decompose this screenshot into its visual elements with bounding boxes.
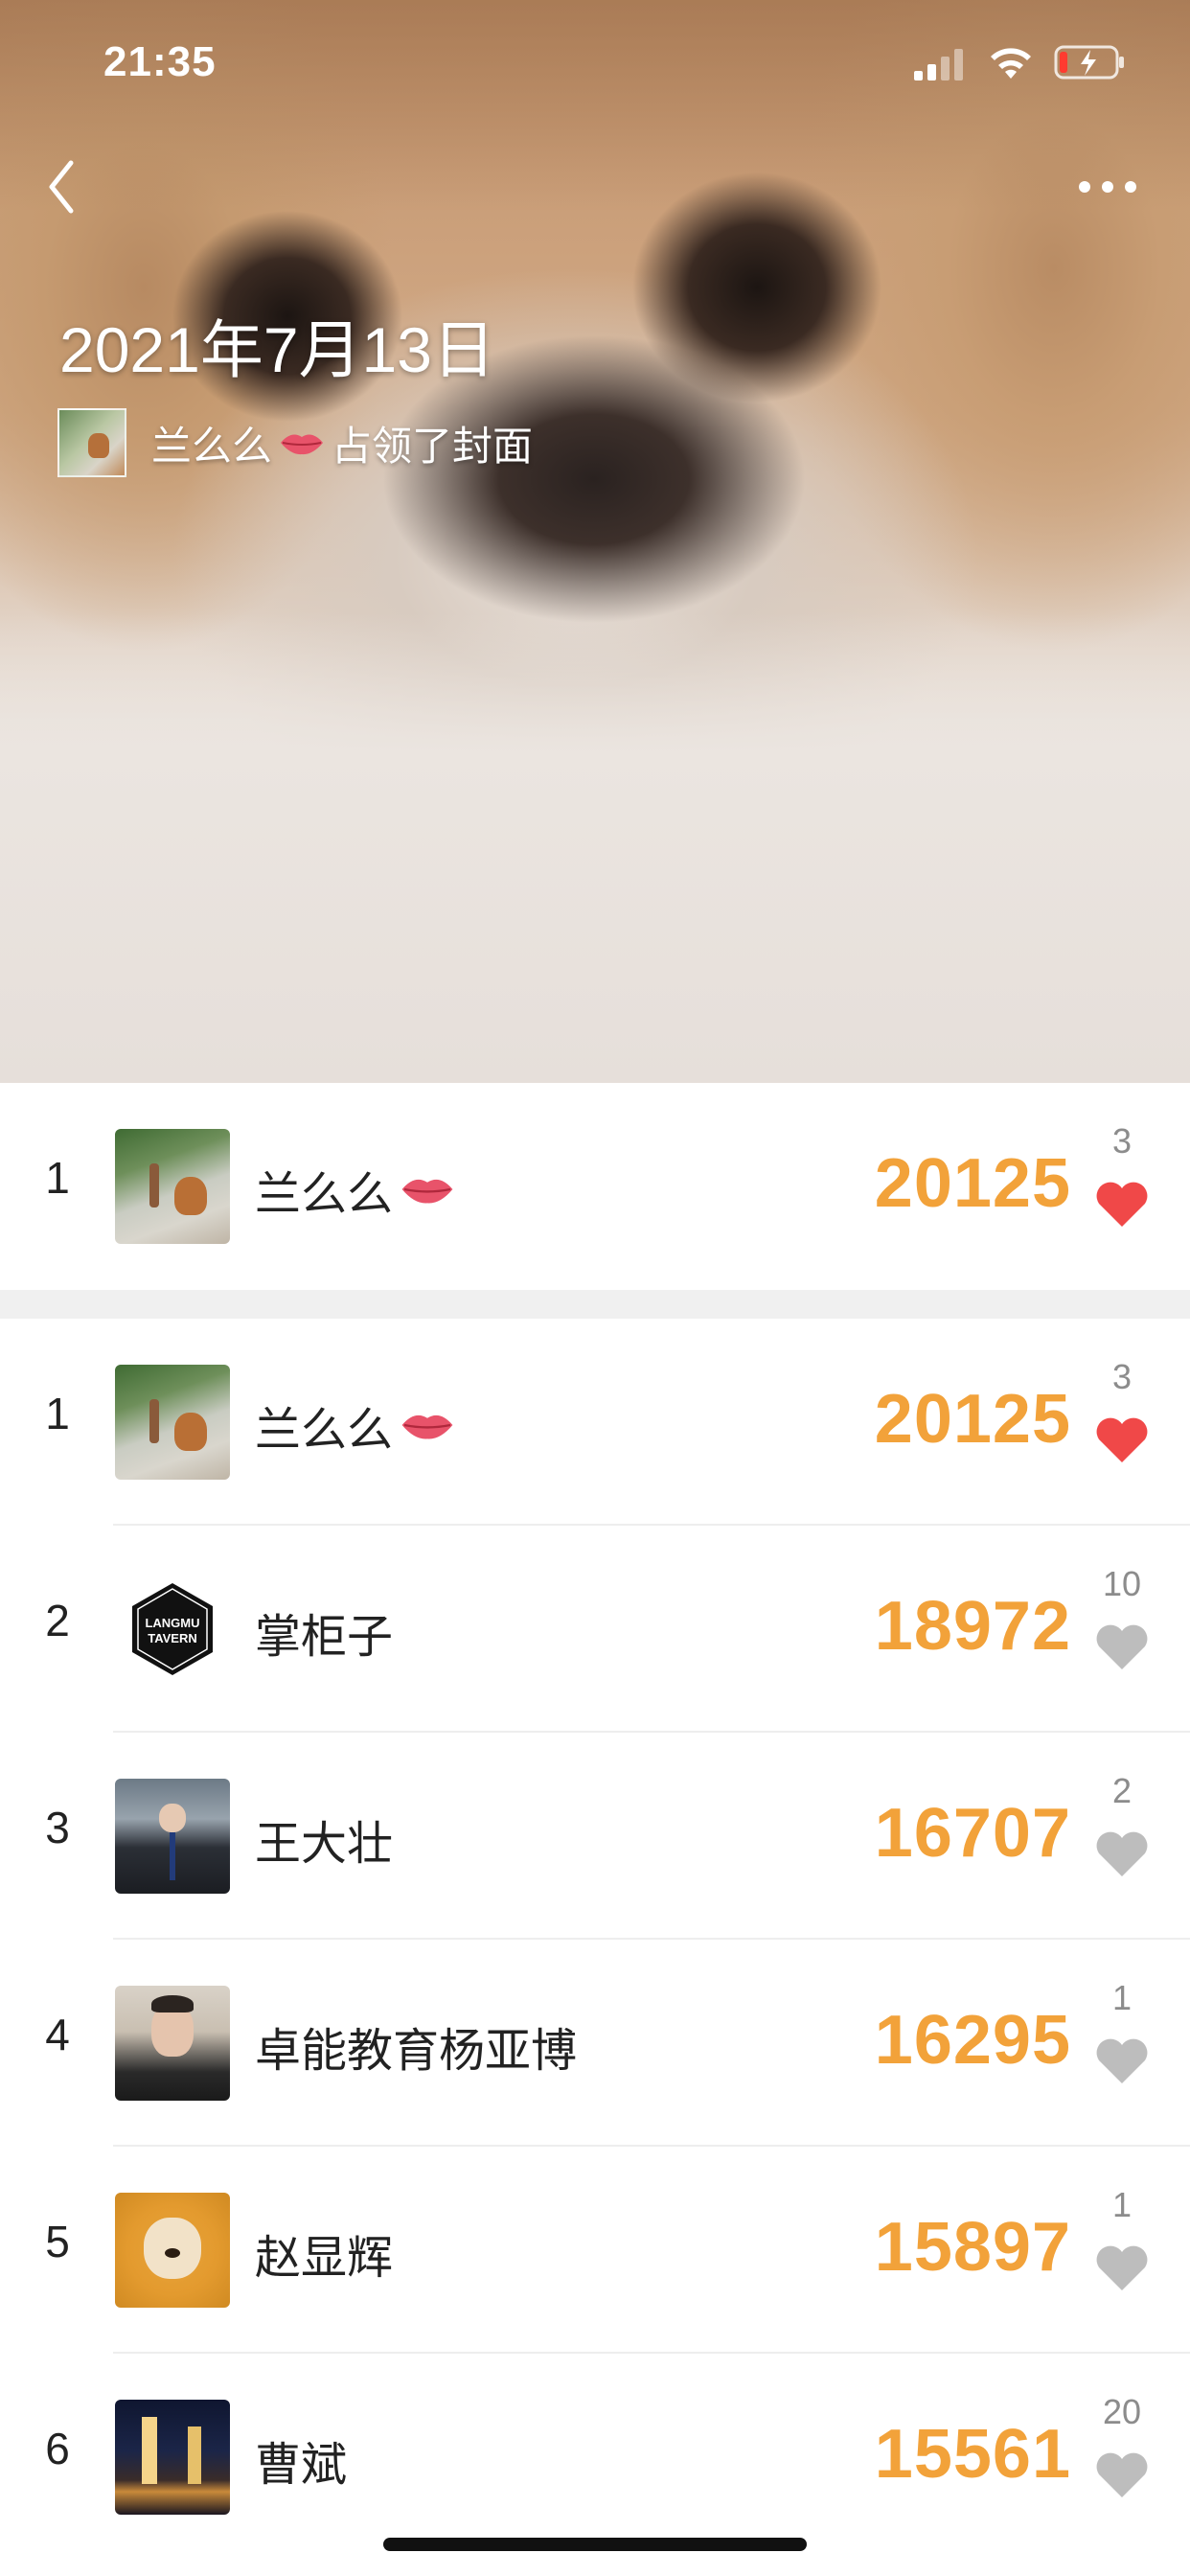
heart-icon[interactable] xyxy=(1094,2242,1150,2292)
user-name-text: 曹斌 xyxy=(255,2440,348,2491)
user-name: 兰么么 xyxy=(255,1392,462,1459)
like-count: 2 xyxy=(1111,1771,1133,1810)
user-name: 兰么么 xyxy=(255,1156,462,1223)
ranking-row[interactable]: 5 赵显辉 15897 1 xyxy=(0,2147,1190,2354)
status-bar: 21:35 xyxy=(0,0,1190,126)
rank-number: 1 xyxy=(45,1389,70,1438)
cover-date-title: 2021年7月13日 xyxy=(59,314,495,385)
avatar[interactable] xyxy=(115,1365,230,1480)
rank-number: 3 xyxy=(45,1803,70,1852)
section-divider xyxy=(0,1290,1190,1319)
user-name-text: 赵显辉 xyxy=(255,2233,394,2284)
heart-icon[interactable] xyxy=(1094,2450,1150,2499)
like-count: 10 xyxy=(1102,1564,1142,1603)
rank-number: 5 xyxy=(45,2217,70,2266)
back-button[interactable] xyxy=(38,153,86,220)
user-name-text: 王大壮 xyxy=(255,1819,394,1870)
user-name: 曹斌 xyxy=(255,2426,347,2494)
user-name-text: 兰么么 xyxy=(255,1169,394,1220)
user-name-text: 卓能教育杨亚博 xyxy=(255,2026,578,2077)
ranking-row[interactable]: 1 兰么么 20125 3 xyxy=(0,1319,1190,1526)
cover-owner[interactable]: 兰么么 占领了封面 xyxy=(57,408,533,477)
avatar[interactable] xyxy=(115,1986,230,2101)
lips-emoji-icon xyxy=(401,1179,453,1204)
ranking-row[interactable]: 4 卓能教育杨亚博 16295 1 xyxy=(0,1940,1190,2147)
cover-photo-bed xyxy=(0,613,1190,1083)
rank-number: 1 xyxy=(45,1153,70,1203)
avatar[interactable] xyxy=(115,2400,230,2515)
heart-icon[interactable] xyxy=(1094,1179,1150,1229)
user-name-text: 掌柜子 xyxy=(255,1612,394,1663)
user-name: 赵显辉 xyxy=(255,2220,393,2287)
like-count: 3 xyxy=(1111,1121,1133,1161)
cover-owner-avatar[interactable] xyxy=(57,408,126,477)
rank-number: 4 xyxy=(45,2010,70,2059)
rank-number: 6 xyxy=(45,2424,70,2473)
like-count: 1 xyxy=(1111,2185,1133,2224)
heart-icon[interactable] xyxy=(1094,1828,1150,1878)
logo-text-line2: TAVERN xyxy=(148,1631,197,1645)
heart-icon[interactable] xyxy=(1094,1414,1150,1464)
cover-owner-action: 占领了封面 xyxy=(332,423,534,469)
user-name: 卓能教育杨亚博 xyxy=(255,2012,577,2080)
user-name-text: 兰么么 xyxy=(255,1405,394,1456)
wifi-icon xyxy=(991,48,1031,79)
step-count: 20125 xyxy=(874,1381,1071,1458)
user-name: 王大壮 xyxy=(255,1806,393,1873)
ranking-list: 1 兰么么 20125 3 1 兰么么 20125 3 2 LANGMU TAV… xyxy=(0,1083,1190,2561)
step-count: 16295 xyxy=(874,2002,1071,2079)
more-button[interactable] xyxy=(1073,172,1142,201)
rank-number: 2 xyxy=(45,1596,70,1645)
avatar[interactable] xyxy=(115,1779,230,1894)
like-count: 20 xyxy=(1102,2392,1142,2431)
heart-icon[interactable] xyxy=(1094,2036,1150,2085)
step-count: 15561 xyxy=(874,2416,1071,2493)
step-count: 20125 xyxy=(874,1145,1071,1222)
langmu-tavern-logo-icon: LANGMU TAVERN xyxy=(132,1583,213,1675)
step-count: 18972 xyxy=(874,1588,1071,1665)
signal-icon xyxy=(914,49,963,80)
cover-owner-text: 兰么么 占领了封面 xyxy=(151,414,533,472)
ranking-row[interactable]: 2 LANGMU TAVERN 掌柜子 18972 10 xyxy=(0,1526,1190,1733)
cover-owner-name: 兰么么 xyxy=(151,423,273,469)
avatar[interactable]: LANGMU TAVERN xyxy=(115,1572,230,1687)
avatar[interactable] xyxy=(115,1129,230,1244)
lips-emoji-icon xyxy=(401,1414,453,1439)
heart-icon[interactable] xyxy=(1094,1622,1150,1671)
step-count: 16707 xyxy=(874,1795,1071,1872)
step-count: 15897 xyxy=(874,2209,1071,2286)
my-rank-row[interactable]: 1 兰么么 20125 3 xyxy=(0,1083,1190,1290)
like-count: 3 xyxy=(1111,1357,1133,1396)
ranking-row[interactable]: 3 王大壮 16707 2 xyxy=(0,1733,1190,1940)
avatar[interactable] xyxy=(115,2193,230,2308)
cover-photo xyxy=(0,0,1190,1083)
status-time: 21:35 xyxy=(103,38,217,85)
user-name: 掌柜子 xyxy=(255,1598,393,1666)
home-indicator xyxy=(383,2538,807,2551)
battery-charging-icon xyxy=(1054,45,1124,80)
like-count: 1 xyxy=(1111,1978,1133,2017)
ranking-row[interactable]: 6 曹斌 15561 20 xyxy=(0,2354,1190,2561)
lips-emoji-icon xyxy=(281,434,324,455)
logo-text-line1: LANGMU xyxy=(145,1616,199,1630)
